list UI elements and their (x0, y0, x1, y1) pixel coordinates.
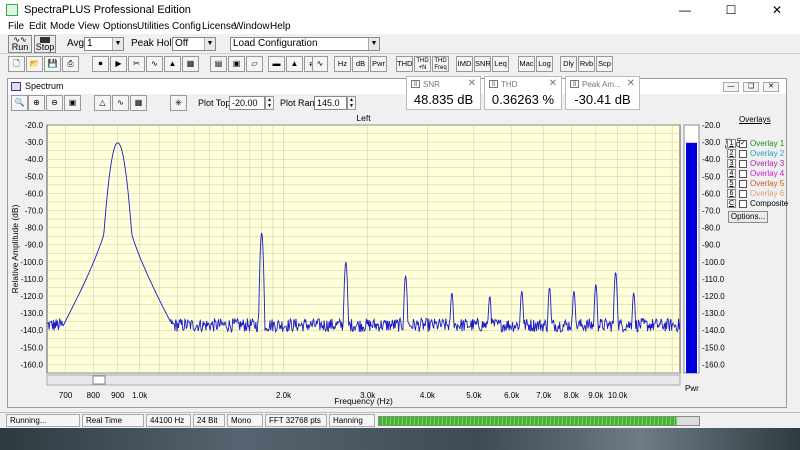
y-axis-label: Relative Amplitude (dB) (10, 204, 20, 293)
power-tick-label: -90.0 (702, 241, 721, 250)
power-tick-label: -120.0 (702, 292, 725, 301)
power-tick-label: -100.0 (702, 258, 725, 267)
y-tick-label: -100.0 (20, 258, 43, 267)
x-tick-label: 700 (59, 391, 73, 400)
x-tick-label: 5.0k (466, 391, 482, 400)
frequency-scrollbar[interactable] (46, 374, 681, 386)
power-tick-label: -150.0 (702, 343, 725, 352)
y-tick-label: -20.0 (25, 121, 44, 130)
y-tick-label: -60.0 (25, 189, 44, 198)
status-bar: Running... Real Time 44100 Hz 24 Bit Mon… (0, 412, 800, 428)
y-tick-label: -70.0 (25, 207, 44, 216)
y-tick-label: -120.0 (20, 292, 43, 301)
power-tick-label: -160.0 (702, 360, 725, 369)
status-sample-rate: 44100 Hz (146, 414, 191, 427)
overlay-name: Overlay 1 (750, 139, 785, 148)
overlay-name: Overlay 6 (750, 189, 785, 198)
x-tick-label: 8.0k (564, 391, 580, 400)
overlay-checkbox[interactable] (739, 180, 747, 188)
channel-label: Left (356, 113, 371, 123)
status-channels: Mono (227, 414, 263, 427)
input-level-meter (378, 416, 700, 426)
x-tick-label: 7.0k (536, 391, 552, 400)
x-tick-label: 800 (87, 391, 101, 400)
overlay-set-button[interactable]: 3 (727, 159, 736, 168)
x-tick-label: 1.0k (132, 391, 148, 400)
overlay-set-button[interactable]: 2 (727, 149, 736, 158)
overlay-name: Overlay 5 (750, 179, 785, 188)
overlay-checkbox[interactable] (739, 190, 747, 198)
scrollbar-thumb[interactable] (92, 375, 106, 385)
y-tick-label: -110.0 (21, 275, 44, 284)
x-tick-label: 9.0k (588, 391, 604, 400)
overlay-set-button[interactable]: 6 (727, 189, 736, 198)
power-tick-label: -40.0 (702, 155, 721, 164)
desktop-background (0, 428, 800, 450)
overlay-checkbox[interactable] (739, 170, 747, 178)
x-tick-label: 4.0k (420, 391, 436, 400)
power-tick-label: -80.0 (702, 224, 721, 233)
overlay-checkbox[interactable]: ✓ (739, 140, 747, 148)
power-tick-label: -60.0 (702, 189, 721, 198)
y-tick-label: -30.0 (25, 138, 44, 147)
overlay-checkbox[interactable] (739, 160, 747, 168)
overlay-checkbox[interactable] (739, 150, 747, 158)
overlay-name: Overlay 4 (750, 169, 785, 178)
power-bar-label: Pwr (685, 384, 699, 393)
spectrum-chart: -20.0 -30.0 -40.0 -50.0 -60.0 -70.0 -80.0 -90.0… (10, 113, 725, 406)
options-button[interactable]: Options... (728, 211, 768, 223)
y-tick-label: -160.0 (20, 360, 43, 369)
overlay-checkbox[interactable] (739, 200, 747, 208)
y-tick-label: -130.0 (20, 309, 43, 318)
power-tick-label: -110.0 (702, 275, 725, 284)
x-tick-label: 10.0k (608, 391, 629, 400)
power-tick-label: -70.0 (702, 207, 721, 216)
overlays-header: Overlays (739, 115, 771, 124)
overlay-set-button[interactable]: 5 (727, 179, 736, 188)
overlay-set-button[interactable]: 4 (727, 169, 736, 178)
y-tick-label: -150.0 (20, 343, 43, 352)
power-tick-label: -50.0 (702, 172, 721, 181)
power-bar-fill (686, 142, 697, 373)
plot-area (46, 124, 681, 374)
x-tick-label: 2.0k (276, 391, 292, 400)
y-tick-label: -90.0 (25, 241, 44, 250)
power-tick-label: -30.0 (702, 138, 721, 147)
x-axis-label: Frequency (Hz) (334, 396, 393, 406)
y-tick-label: -50.0 (25, 172, 44, 181)
y-tick-label: -140.0 (20, 326, 43, 335)
overlays-panel: OverlaysSetOn1✓Overlay 12Overlay 23Overl… (725, 115, 795, 235)
overlay-set-button[interactable]: 1 (727, 139, 736, 148)
status-fft-size: FFT 32768 pts (265, 414, 327, 427)
power-tick-label: -130.0 (702, 309, 725, 318)
status-state: Running... (6, 414, 80, 427)
overlay-name: Overlay 2 (750, 149, 785, 158)
status-window-function: Hanning (329, 414, 375, 427)
status-bit-depth: 24 Bit (193, 414, 225, 427)
x-tick-label: 900 (111, 391, 125, 400)
app-window: SpectraPLUS Professional Edition — ☐ ✕ F… (0, 0, 800, 450)
x-tick-label: 6.0k (504, 391, 520, 400)
power-tick-label: -140.0 (702, 326, 725, 335)
y-tick-label: -80.0 (25, 224, 44, 233)
y-tick-label: -40.0 (25, 155, 44, 164)
overlay-name: Composite (750, 199, 789, 208)
status-mode: Real Time (82, 414, 144, 427)
power-tick-label: -20.0 (702, 121, 721, 130)
overlay-name: Overlay 3 (750, 159, 785, 168)
overlay-set-button[interactable]: C (727, 199, 736, 208)
